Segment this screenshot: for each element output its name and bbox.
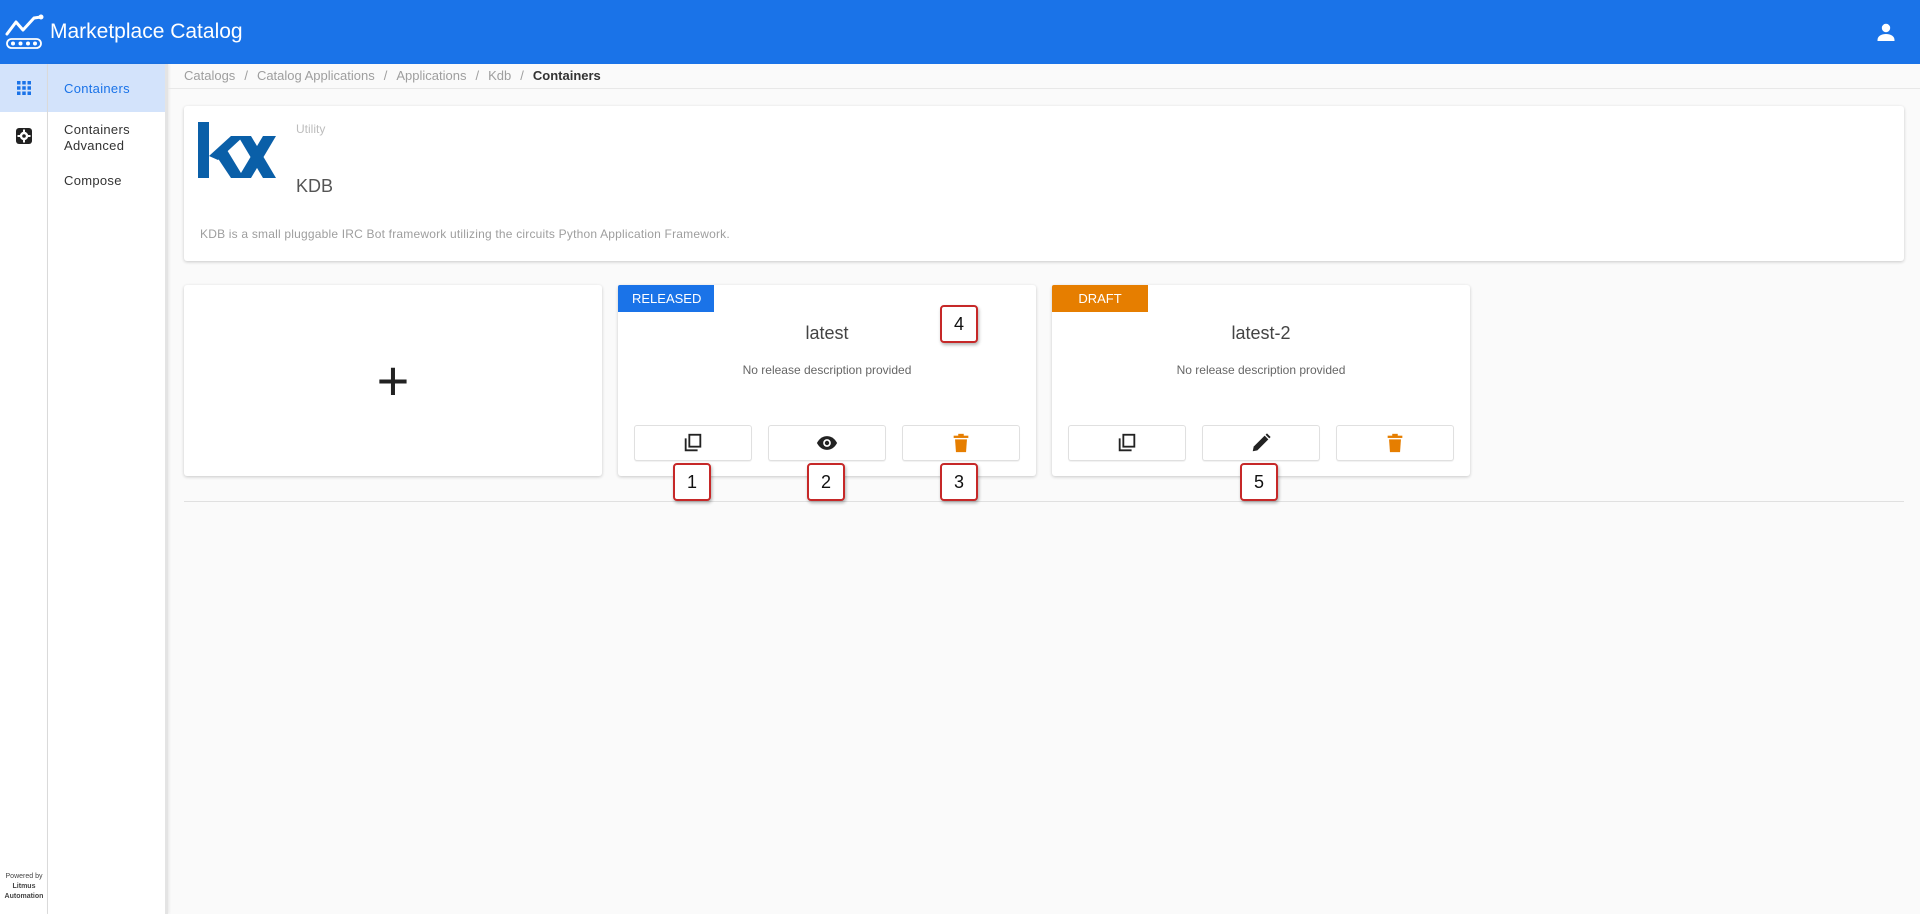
sub-navigation: Containers Containers Advanced Compose — [48, 64, 168, 914]
release-description: No release description provided — [1176, 363, 1346, 377]
breadcrumb-catalogs[interactable]: Catalogs — [184, 68, 235, 83]
breadcrumb-separator: / — [520, 68, 524, 83]
callout-3: 3 — [940, 463, 978, 501]
pencil-icon — [1252, 433, 1271, 452]
duplicate-button[interactable] — [634, 425, 752, 461]
release-description: No release description provided — [742, 363, 912, 377]
powered-by-brand-1: Litmus — [12, 883, 36, 890]
status-badge: RELEASED — [618, 285, 714, 312]
rail-item-settings[interactable] — [0, 112, 47, 160]
breadcrumb-current: Containers — [532, 68, 601, 83]
delete-button[interactable] — [902, 425, 1020, 461]
divider — [168, 88, 1920, 89]
breadcrumb-separator: / — [475, 68, 480, 83]
settings-box-icon — [15, 128, 32, 144]
nav-rail: Powered by Litmus Automation — [0, 64, 48, 914]
trash-icon — [1387, 433, 1403, 453]
release-card: DRAFT latest-2 No release description pr… — [1052, 285, 1470, 476]
app-name: KDB — [296, 176, 334, 196]
trash-icon — [953, 433, 969, 453]
breadcrumb-separator: / — [244, 68, 248, 83]
top-app-bar: Marketplace Catalog — [0, 0, 1920, 64]
release-version: latest-2 — [1231, 323, 1291, 343]
breadcrumb-applications[interactable]: Applications — [396, 68, 466, 83]
status-badge: DRAFT — [1052, 285, 1148, 312]
callout-2: 2 — [807, 463, 845, 501]
app-title: Marketplace Catalog — [50, 20, 243, 43]
delete-button[interactable] — [1336, 425, 1454, 461]
powered-by-label: Powered by — [5, 873, 43, 880]
breadcrumb-catalog-applications[interactable]: Catalog Applications — [257, 68, 375, 83]
view-button[interactable] — [768, 425, 886, 461]
callout-4: 4 — [940, 305, 978, 343]
plus-icon: + — [376, 348, 410, 412]
edit-button[interactable] — [1202, 425, 1320, 461]
copy-icon — [684, 433, 702, 452]
subnav-item-compose[interactable]: Compose — [48, 160, 165, 200]
subnav-item-containers[interactable]: Containers — [48, 64, 165, 112]
powered-by-brand-2: Automation — [4, 893, 44, 900]
powered-by: Powered by Litmus Automation — [0, 872, 48, 902]
rail-item-apps[interactable] — [0, 64, 47, 112]
subnav-item-containers-advanced[interactable]: Containers Advanced — [48, 112, 165, 160]
copy-icon — [1118, 433, 1136, 452]
callout-1: 1 — [673, 463, 711, 501]
app-type-label: Utility — [296, 122, 326, 136]
duplicate-button[interactable] — [1068, 425, 1186, 461]
account-icon[interactable] — [1874, 20, 1898, 44]
app-description: KDB is a small pluggable IRC Bot framewo… — [200, 227, 730, 241]
divider — [184, 501, 1904, 502]
breadcrumb-separator: / — [383, 68, 388, 83]
kx-logo — [198, 122, 276, 178]
breadcrumb-kdb[interactable]: Kdb — [488, 68, 511, 83]
breadcrumb: Catalogs / Catalog Applications / Applic… — [184, 68, 601, 83]
callout-5: 5 — [1240, 463, 1278, 501]
app-info-card: Utility KDB KDB is a small pluggable IRC… — [184, 106, 1904, 261]
litmus-logo-icon[interactable] — [4, 12, 44, 52]
eye-icon — [816, 436, 838, 450]
apps-grid-icon — [16, 81, 31, 95]
add-release-card[interactable]: + — [184, 285, 602, 476]
